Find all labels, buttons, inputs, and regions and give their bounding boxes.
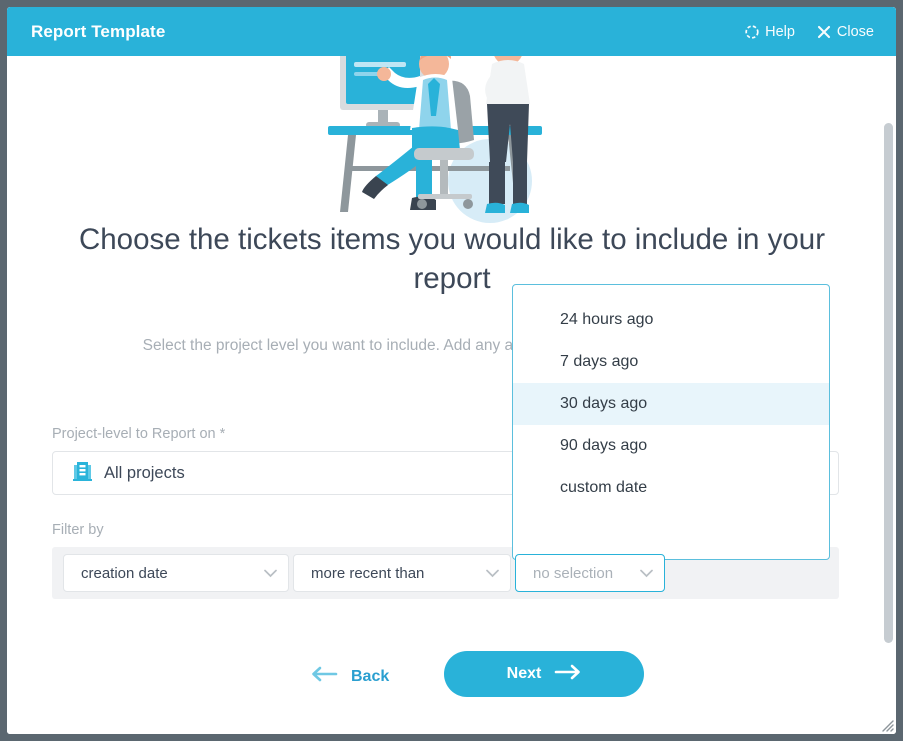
filter-by-label: Filter by [52, 522, 104, 538]
filter-value-dropdown: 24 hours ago 7 days ago 30 days ago 90 d… [512, 284, 830, 560]
window-title: Report Template [31, 21, 166, 41]
dropdown-item-24-hours-ago[interactable]: 24 hours ago [513, 299, 829, 341]
help-button[interactable]: Help [745, 24, 795, 40]
dropdown-item-30-days-ago[interactable]: 30 days ago [513, 383, 829, 425]
arrow-right-icon [554, 664, 581, 685]
chevron-down-icon [476, 569, 499, 578]
filter-field-value: creation date [81, 564, 168, 582]
project-level-label: Project-level to Report on * [52, 426, 226, 442]
filter-operator-select[interactable]: more recent than [293, 554, 511, 592]
next-button[interactable]: Next [444, 651, 644, 697]
back-button-label: Back [351, 667, 390, 685]
filter-field-select[interactable]: creation date [63, 554, 289, 592]
back-button[interactable]: Back [311, 666, 389, 687]
arrow-left-icon [311, 666, 338, 687]
modal-scroll-body: Choose the tickets items you would like … [7, 56, 896, 734]
close-label: Close [836, 23, 874, 40]
filter-operator-value: more recent than [311, 564, 425, 582]
resize-grip[interactable] [880, 718, 894, 732]
modal-titlebar: Report Template Help Close [7, 7, 896, 56]
close-icon [817, 25, 831, 39]
project-level-value: All projects [104, 463, 185, 482]
dropdown-item-7-days-ago[interactable]: 7 days ago [513, 341, 829, 383]
lifering-icon [745, 24, 759, 39]
office-workers-illustration [7, 56, 896, 231]
chevron-down-icon [254, 569, 277, 578]
titlebar-actions: Help Close [745, 24, 874, 40]
dropdown-item-90-days-ago[interactable]: 90 days ago [513, 425, 829, 467]
help-label: Help [765, 23, 795, 40]
filter-value-select[interactable]: no selection [515, 554, 665, 592]
chevron-down-icon[interactable] [630, 569, 653, 578]
next-button-label: Next [506, 665, 542, 682]
close-button[interactable]: Close [817, 24, 874, 40]
report-template-modal: Choose the tickets items you would like … [7, 7, 896, 734]
filter-value-placeholder: no selection [533, 564, 614, 582]
vertical-scrollbar-thumb[interactable] [884, 123, 893, 643]
dropdown-item-custom-date[interactable]: custom date [513, 467, 829, 509]
building-icon [73, 460, 92, 486]
